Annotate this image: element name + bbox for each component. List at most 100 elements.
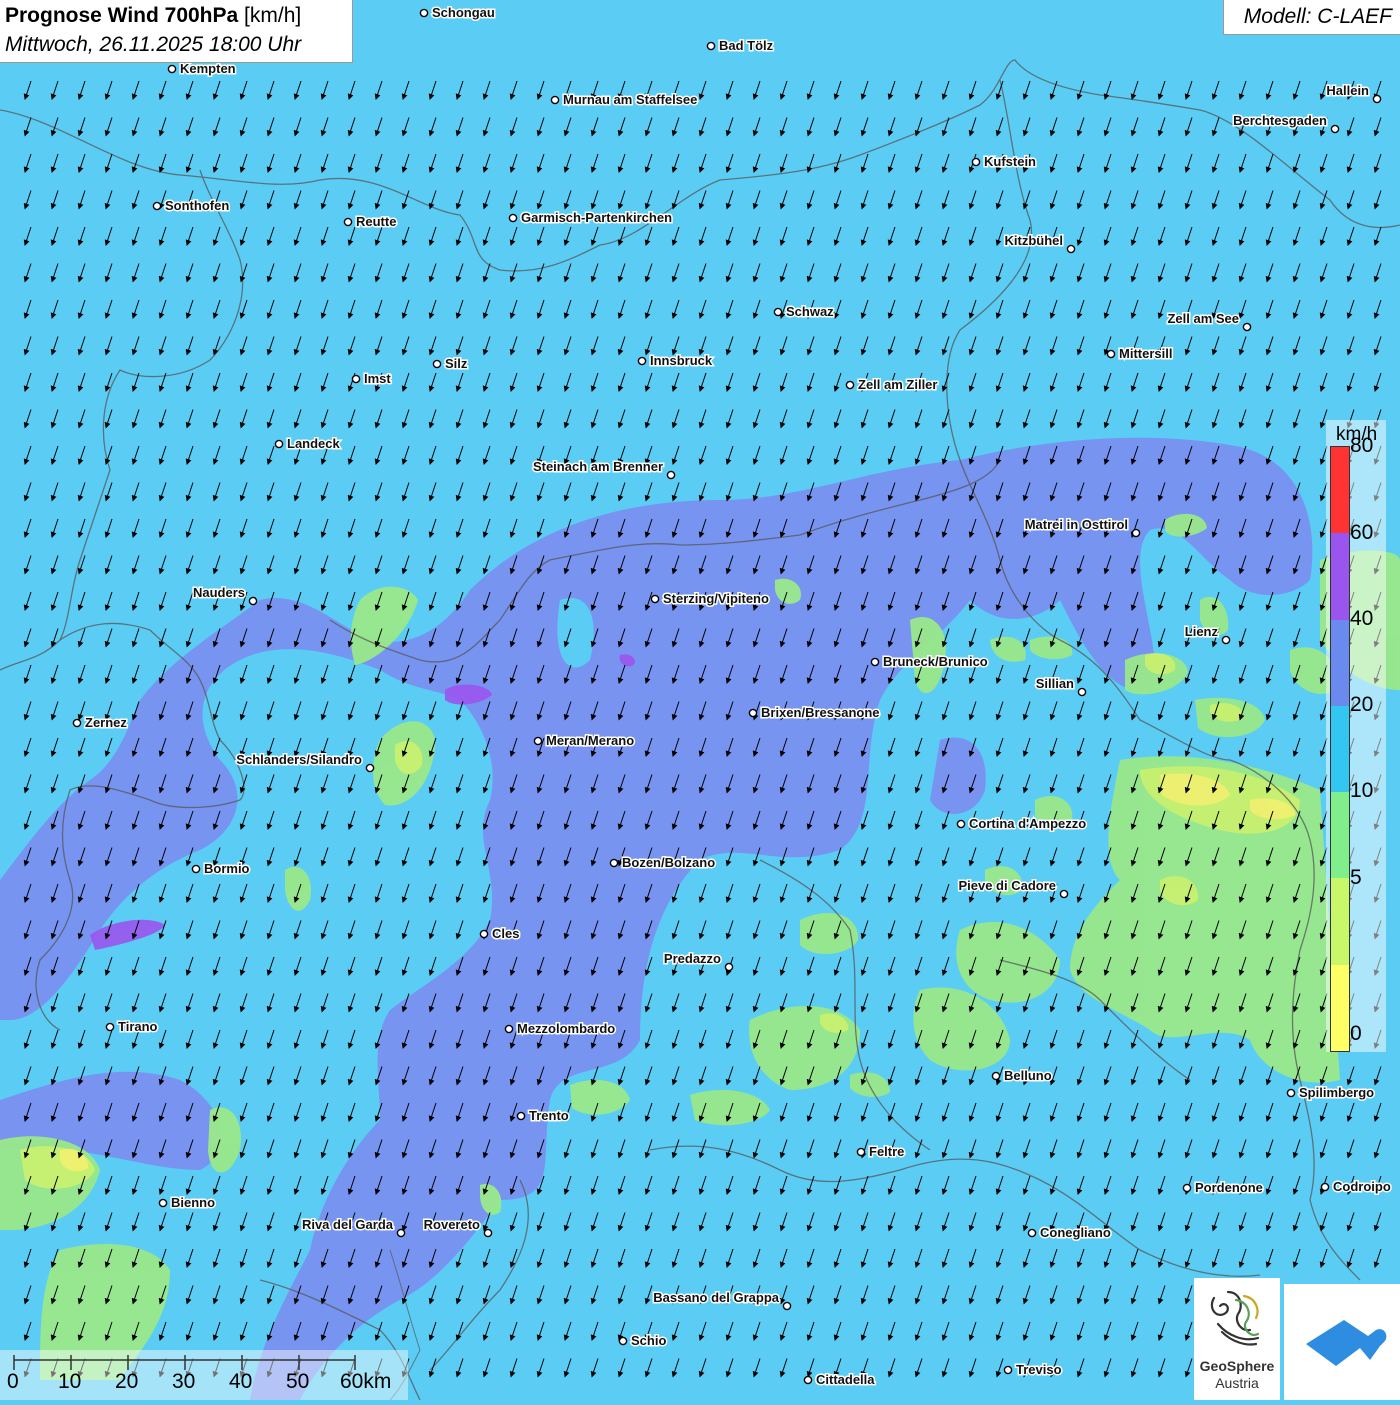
- scale-tick-20: 20: [115, 1370, 139, 1393]
- geosphere-logo[interactable]: GeoSphere Austria: [1194, 1278, 1280, 1400]
- legend-swatch: [1331, 878, 1349, 965]
- city-dot-icon: [991, 1071, 1001, 1081]
- city-marker[interactable]: Sonthofen: [152, 197, 231, 215]
- city-dot-icon: [1027, 1228, 1037, 1238]
- city-label: Tirano: [118, 1019, 158, 1034]
- city-dot-icon: [618, 1336, 628, 1346]
- city-marker[interactable]: Bruneck/Brunico: [870, 653, 989, 671]
- legend-color-bar: [1330, 446, 1350, 1052]
- city-label: Steinach am Brenner: [533, 459, 663, 474]
- city-dot-icon: [550, 95, 560, 105]
- weather-app-logo[interactable]: [1284, 1284, 1400, 1400]
- city-dot-icon: [1059, 889, 1069, 899]
- city-dot-icon: [845, 380, 855, 390]
- city-dot-icon: [856, 1147, 866, 1157]
- city-dot-icon: [609, 858, 619, 868]
- city-label: Cittadella: [816, 1372, 875, 1387]
- city-label: Kitzbühel: [1005, 233, 1064, 248]
- forecast-time: Mittwoch, 26.11.2025 18:00 Uhr: [5, 33, 302, 56]
- map-title: Prognose Wind 700hPa [km/h]: [5, 4, 301, 28]
- model-box: Modell: C-LAEF: [1223, 0, 1400, 35]
- city-dot-icon: [533, 736, 543, 746]
- geosphere-emblem-icon: [1210, 1290, 1260, 1346]
- city-marker[interactable]: Innsbruck: [637, 352, 714, 370]
- city-dot-icon: [748, 708, 758, 718]
- city-label: Schwaz: [786, 304, 834, 319]
- city-marker[interactable]: Pordenone: [1182, 1179, 1264, 1197]
- legend-level-label: 10: [1350, 779, 1374, 803]
- city-dot-icon: [1320, 1182, 1330, 1192]
- legend-swatch: [1331, 533, 1349, 620]
- city-label: Garmisch-Partenkirchen: [521, 210, 672, 225]
- legend-swatch: [1331, 447, 1349, 534]
- city-dot-icon: [1106, 349, 1116, 359]
- city-dot-icon: [191, 864, 201, 874]
- legend-swatch: [1331, 792, 1349, 879]
- city-label: Sterzing/Vipiteno: [663, 591, 769, 606]
- city-marker[interactable]: Meran/Merano: [533, 732, 636, 750]
- city-marker[interactable]: Brixen/Bressanone: [748, 704, 881, 722]
- city-label: Conegliano: [1040, 1225, 1111, 1240]
- city-marker[interactable]: Mezzolombardo: [504, 1020, 617, 1038]
- city-label: Innsbruck: [650, 353, 713, 368]
- city-label: Schongau: [432, 5, 495, 20]
- city-dot-icon: [419, 8, 429, 18]
- city-label: Mittersill: [1119, 346, 1172, 361]
- city-dot-icon: [650, 594, 660, 604]
- city-dot-icon: [782, 1301, 792, 1311]
- city-marker[interactable]: Garmisch-Partenkirchen: [508, 209, 674, 227]
- city-label: Berchtesgaden: [1233, 113, 1327, 128]
- city-label: Meran/Merano: [546, 733, 634, 748]
- city-dot-icon: [432, 359, 442, 369]
- city-label: Pieve di Cadore: [958, 878, 1056, 893]
- city-marker[interactable]: Sterzing/Vipiteno: [650, 590, 770, 608]
- city-label: Bozen/Bolzano: [622, 855, 715, 870]
- city-label: Reutte: [356, 214, 396, 229]
- city-dot-icon: [637, 356, 647, 366]
- map-title-main: Prognose Wind 700hPa: [5, 4, 239, 27]
- city-marker[interactable]: Cittadella: [803, 1371, 877, 1389]
- legend-swatch: [1331, 705, 1349, 793]
- wind-map[interactable]: Schongau Bad Tölz Kempten Murnau am Staffel…: [0, 0, 1400, 1400]
- city-dot-icon: [396, 1228, 406, 1238]
- city-label: Sillian: [1036, 676, 1074, 691]
- city-dot-icon: [248, 596, 258, 606]
- city-dot-icon: [1286, 1088, 1296, 1098]
- city-marker[interactable]: Schongau: [419, 4, 496, 22]
- city-label: Lienz: [1185, 624, 1219, 639]
- city-label: Kufstein: [984, 154, 1036, 169]
- city-dot-icon: [1330, 124, 1340, 134]
- legend-level-label: 40: [1350, 606, 1374, 630]
- city-dot-icon: [1077, 687, 1087, 697]
- title-box: Prognose Wind 700hPa [km/h] Mittwoch, 26…: [0, 0, 353, 63]
- city-label: Matrei in Osttirol: [1025, 517, 1128, 532]
- city-label: Pordenone: [1195, 1180, 1263, 1195]
- city-dot-icon: [870, 657, 880, 667]
- city-dot-icon: [167, 64, 177, 74]
- city-dot-icon: [343, 217, 353, 227]
- city-label: Codroipo: [1333, 1179, 1391, 1194]
- city-label: Predazzo: [664, 951, 721, 966]
- city-marker[interactable]: Bozen/Bolzano: [609, 854, 717, 872]
- city-dot-icon: [1003, 1365, 1013, 1375]
- city-marker[interactable]: Murnau am Staffelsee: [550, 91, 699, 109]
- city-label: Zell am See: [1167, 311, 1239, 326]
- city-label: Rovereto: [424, 1217, 480, 1232]
- city-marker[interactable]: Conegliano: [1027, 1224, 1112, 1242]
- city-label: Trento: [529, 1108, 569, 1123]
- city-marker[interactable]: Cortina d'Ampezzo: [956, 815, 1088, 833]
- scale-tick-0: 0: [7, 1370, 19, 1393]
- scale-tick-40: 40: [229, 1370, 253, 1393]
- city-dot-icon: [803, 1375, 813, 1385]
- city-dot-icon: [365, 763, 375, 773]
- city-dot-icon: [1066, 244, 1076, 254]
- city-dot-icon: [1131, 528, 1141, 538]
- city-label: Zell am Ziller: [858, 377, 937, 392]
- city-dot-icon: [773, 307, 783, 317]
- city-label: Mezzolombardo: [517, 1021, 615, 1036]
- legend-level-label: 60: [1350, 520, 1374, 544]
- city-marker[interactable]: Spilimbergo: [1286, 1084, 1376, 1102]
- city-dot-icon: [516, 1111, 526, 1121]
- geosphere-name: GeoSphere: [1199, 1358, 1275, 1374]
- city-marker[interactable]: Zell am Ziller: [845, 376, 939, 394]
